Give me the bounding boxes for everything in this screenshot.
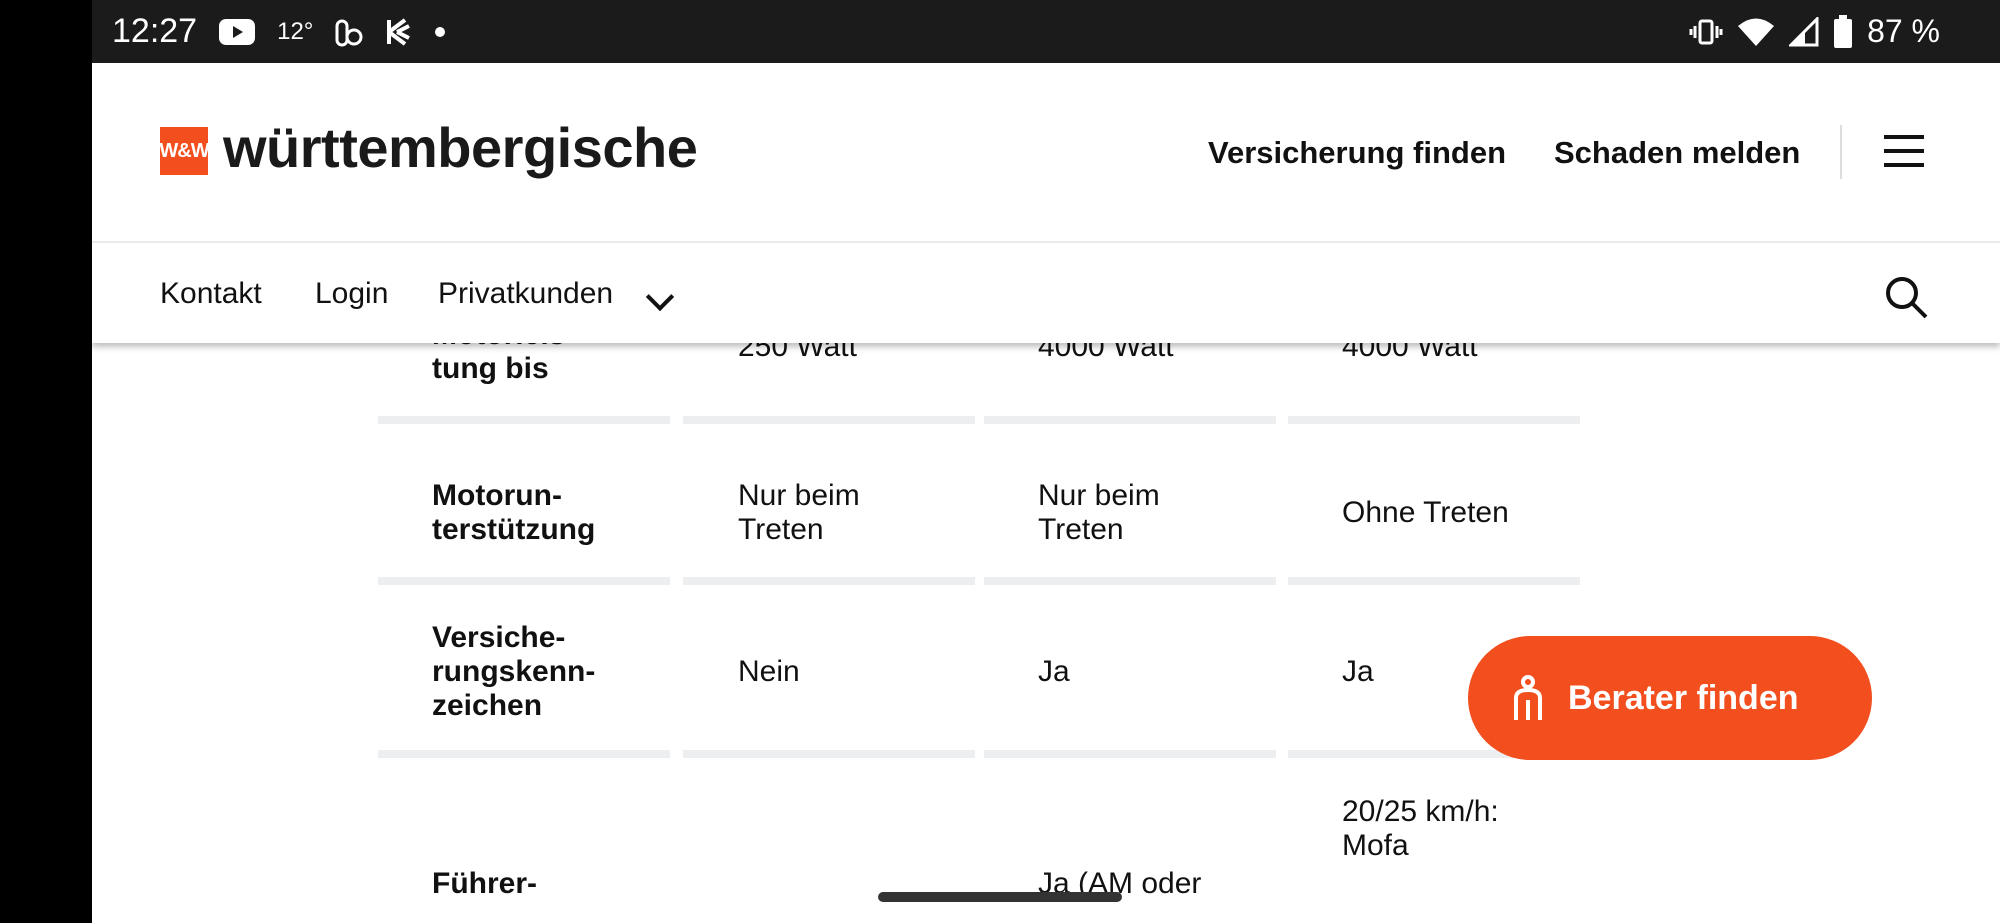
row-divider <box>984 577 1276 585</box>
table-cell: Ja <box>1342 655 1374 688</box>
table-cell: 4000 Watt <box>1038 343 1174 363</box>
schaden-melden-link[interactable]: Schaden melden <box>1554 135 1800 171</box>
header-divider <box>1840 125 1842 179</box>
row-divider <box>683 416 975 424</box>
status-temperature: 12° <box>277 17 314 45</box>
search-icon[interactable] <box>1884 275 1928 319</box>
status-time: 12:27 <box>112 12 198 50</box>
sub-navigation: Kontakt Login Privatkunden <box>92 243 2000 343</box>
versicherung-finden-link[interactable]: Versicherung finden <box>1208 135 1506 171</box>
row-label: Motorun- terstützung <box>432 479 596 546</box>
table-cell: Ja <box>1038 655 1070 688</box>
berater-finden-button[interactable]: Berater finden <box>1468 636 1872 760</box>
wifi-icon <box>1738 18 1775 46</box>
table-cell: 4000 Watt <box>1342 343 1478 363</box>
table-row: Führer- Ja (AM oder 20/25 km/h: Mofa <box>378 795 1593 923</box>
person-icon <box>1514 675 1542 720</box>
row-divider <box>984 416 1276 424</box>
brand-logo-text[interactable]: württembergische <box>223 115 698 180</box>
table-cell: 250 Watt <box>738 343 857 363</box>
signal-icon <box>1789 16 1819 46</box>
table-cell: Nein <box>738 655 800 688</box>
row-divider <box>378 577 670 585</box>
row-label: Führer- <box>432 867 537 900</box>
kontakt-link[interactable]: Kontakt <box>160 277 262 311</box>
row-label: Motorleis- tung bis <box>432 343 575 385</box>
row-divider <box>378 750 670 758</box>
row-divider <box>683 750 975 758</box>
weather-icon <box>335 19 363 46</box>
status-bar: 12:27 12° 87 % <box>92 0 2000 63</box>
table-cell: Nur beim Treten <box>1038 479 1160 546</box>
berater-finden-label: Berater finden <box>1568 678 1799 717</box>
screen-edge <box>0 0 92 923</box>
table-cell: Nur beim Treten <box>738 479 860 546</box>
row-divider <box>984 750 1276 758</box>
battery-percentage: 87 % <box>1867 13 1940 49</box>
hamburger-menu-icon[interactable] <box>1884 135 1924 169</box>
row-label: Versiche- rungskenn- zeichen <box>432 621 596 722</box>
notification-dot-icon <box>435 26 446 37</box>
app-icon <box>387 17 411 46</box>
privatkunden-dropdown[interactable]: Privatkunden <box>438 277 613 311</box>
vibrate-icon <box>1689 19 1723 44</box>
table-cell: Ohne Treten <box>1342 496 1509 529</box>
youtube-icon <box>219 18 256 45</box>
login-link[interactable]: Login <box>315 277 388 311</box>
row-divider <box>1288 577 1580 585</box>
row-divider <box>378 416 670 424</box>
site-header: W&W württembergische Versicherung finden… <box>92 63 2000 243</box>
chevron-down-icon[interactable] <box>645 282 675 312</box>
web-page: W&W württembergische Versicherung finden… <box>92 63 2000 923</box>
brand-logo-mark[interactable]: W&W <box>159 127 210 175</box>
home-indicator[interactable] <box>878 892 1122 902</box>
battery-icon <box>1834 14 1853 48</box>
row-divider <box>683 577 975 585</box>
table-cell: 20/25 km/h: Mofa <box>1342 795 1499 862</box>
row-divider <box>1288 416 1580 424</box>
comparison-table: Motorleis- tung bis 250 Watt 4000 Watt 4… <box>92 343 2000 923</box>
